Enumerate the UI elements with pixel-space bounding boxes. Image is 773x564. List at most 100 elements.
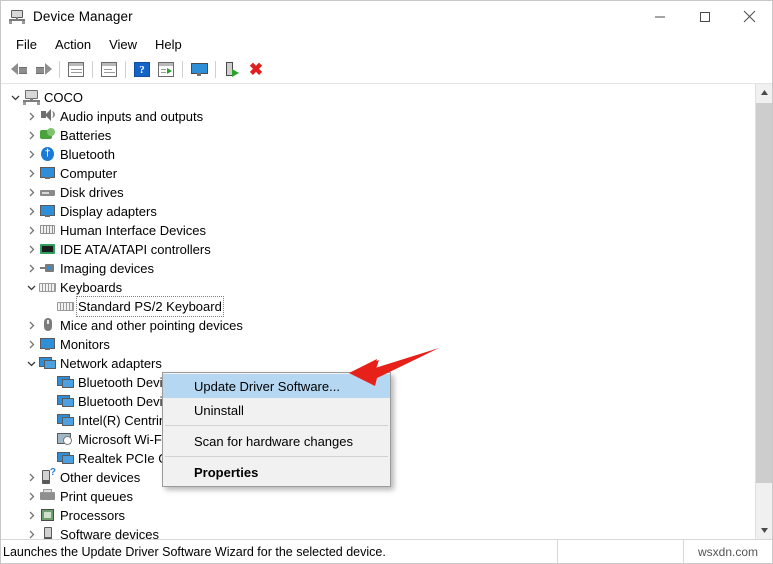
tree-item-label: Print queues	[60, 489, 133, 504]
tree-item-software-devices[interactable]: Software devices	[1, 525, 755, 539]
chevron-right-icon[interactable]	[23, 316, 39, 335]
scroll-up-button[interactable]	[756, 84, 772, 101]
chevron-down-icon[interactable]	[23, 278, 39, 297]
tree-item-ide-ata-atapi-controllers[interactable]: IDE ATA/ATAPI controllers	[1, 240, 755, 259]
computer-icon	[23, 89, 40, 106]
chevron-right-icon[interactable]	[23, 126, 39, 145]
tree-item-label: Keyboards	[60, 280, 123, 295]
vertical-scrollbar[interactable]	[755, 84, 772, 539]
forward-arrow-icon[interactable]	[31, 58, 55, 81]
context-menu-item-scan-for-hardware-changes[interactable]: Scan for hardware changes	[163, 429, 390, 453]
remove-device-icon[interactable]: ✖	[244, 58, 268, 81]
tree-item-coco[interactable]: COCO	[1, 88, 755, 107]
tree-item-mice-and-other-pointing-devices[interactable]: Mice and other pointing devices	[1, 316, 755, 335]
window-title: Device Manager	[33, 9, 133, 24]
properties-icon[interactable]	[97, 58, 121, 81]
context-menu[interactable]: Update Driver Software... Uninstall Scan…	[162, 372, 391, 487]
mouse-icon	[39, 317, 56, 334]
minimize-icon[interactable]	[637, 1, 682, 32]
tree-item-monitors[interactable]: Monitors	[1, 335, 755, 354]
tree-item-batteries[interactable]: Batteries	[1, 126, 755, 145]
chevron-right-icon[interactable]	[23, 240, 39, 259]
tree-item-label: Network adapters	[60, 356, 162, 371]
tree-item-standard-ps2-keyboard[interactable]: Standard PS/2 Keyboard	[1, 296, 755, 317]
chevron-down-icon[interactable]	[23, 354, 39, 373]
tree-item-label: Processors	[60, 508, 126, 523]
device-tree[interactable]: COCO Audio inputs and outputs Batteries …	[1, 84, 755, 539]
chevron-right-icon[interactable]	[23, 202, 39, 221]
chevron-right-icon[interactable]	[23, 164, 39, 183]
tree-item-label: Batteries	[60, 128, 112, 143]
context-menu-item-update-driver-software[interactable]: Update Driver Software...	[163, 374, 390, 398]
context-menu-item-uninstall[interactable]: Uninstall	[163, 398, 390, 422]
tree-item-display-adapters[interactable]: Display adapters	[1, 202, 755, 221]
chevron-right-icon[interactable]	[23, 506, 39, 525]
chevron-right-icon[interactable]	[23, 525, 39, 539]
tree-item-network-adapters[interactable]: Network adapters	[1, 354, 755, 373]
back-arrow-icon[interactable]	[7, 58, 31, 81]
chevron-right-icon[interactable]	[23, 221, 39, 240]
status-bar: Launches the Update Driver Software Wiza…	[1, 539, 772, 563]
processor-icon	[39, 507, 56, 524]
close-icon[interactable]	[727, 1, 772, 32]
menu-view[interactable]: View	[100, 34, 146, 55]
status-panel-middle	[558, 540, 684, 563]
help-icon[interactable]: ?	[130, 58, 154, 81]
tree-item-label: Monitors	[60, 337, 110, 352]
keyboard-icon	[57, 298, 74, 315]
tree-item-imaging-devices[interactable]: Imaging devices	[1, 259, 755, 278]
show-hidden-devices-icon[interactable]	[64, 58, 88, 81]
tree-item-bluetooth[interactable]: † Bluetooth	[1, 145, 755, 164]
window-controls	[637, 1, 772, 32]
toolbar-separator	[59, 61, 60, 78]
device-manager-icon	[8, 8, 26, 26]
chevron-right-icon[interactable]	[23, 145, 39, 164]
scrollbar-track[interactable]	[756, 101, 772, 522]
wifi-adapter-icon	[57, 431, 74, 448]
tree-item-label: Disk drives	[60, 185, 124, 200]
scan-for-hardware-changes-icon[interactable]	[187, 58, 211, 81]
scrollbar-thumb[interactable]	[756, 103, 772, 483]
tree-item-audio-inputs-and-outputs[interactable]: Audio inputs and outputs	[1, 107, 755, 126]
device-manager-window: Device Manager File Action View Help ? ✖…	[0, 0, 773, 564]
network-adapter-icon	[57, 450, 74, 467]
tree-item-processors[interactable]: Processors	[1, 506, 755, 525]
imaging-device-icon	[39, 260, 56, 277]
tree-item-label: COCO	[44, 90, 83, 105]
network-adapter-icon	[39, 355, 56, 372]
tree-item-label: Software devices	[60, 527, 159, 539]
chevron-right-icon[interactable]	[23, 183, 39, 202]
tree-item-human-interface-devices[interactable]: Human Interface Devices	[1, 221, 755, 240]
tree-item-print-queues[interactable]: Print queues	[1, 487, 755, 506]
tree-item-label: IDE ATA/ATAPI controllers	[60, 242, 211, 257]
chevron-right-icon[interactable]	[23, 468, 39, 487]
chevron-right-icon[interactable]	[23, 487, 39, 506]
printer-icon	[39, 488, 56, 505]
context-menu-separator	[165, 456, 388, 457]
menu-action[interactable]: Action	[46, 34, 100, 55]
tree-item-keyboards[interactable]: Keyboards	[1, 278, 755, 297]
chevron-right-icon[interactable]	[23, 335, 39, 354]
toolbar-separator	[125, 61, 126, 78]
menu-help[interactable]: Help	[146, 34, 191, 55]
speaker-icon	[39, 108, 56, 125]
menu-file[interactable]: File	[7, 34, 46, 55]
scroll-down-button[interactable]	[756, 522, 772, 539]
monitor-icon	[39, 165, 56, 182]
battery-icon	[39, 127, 56, 144]
uninstall-device-icon[interactable]	[220, 58, 244, 81]
tree-item-label: Display adapters	[60, 204, 157, 219]
toolbar-separator	[215, 61, 216, 78]
tree-item-label: Standard PS/2 Keyboard	[76, 296, 224, 317]
chevron-right-icon[interactable]	[23, 107, 39, 126]
tree-item-disk-drives[interactable]: Disk drives	[1, 183, 755, 202]
maximize-icon[interactable]	[682, 1, 727, 32]
chevron-right-icon[interactable]	[23, 259, 39, 278]
tree-item-label: Computer	[60, 166, 118, 181]
chevron-down-icon[interactable]	[7, 88, 23, 107]
update-driver-icon[interactable]	[154, 58, 178, 81]
context-menu-item-properties[interactable]: Properties	[163, 460, 390, 484]
menu-bar: File Action View Help	[1, 32, 772, 56]
tree-item-computer[interactable]: Computer	[1, 164, 755, 183]
toolbar-separator	[92, 61, 93, 78]
